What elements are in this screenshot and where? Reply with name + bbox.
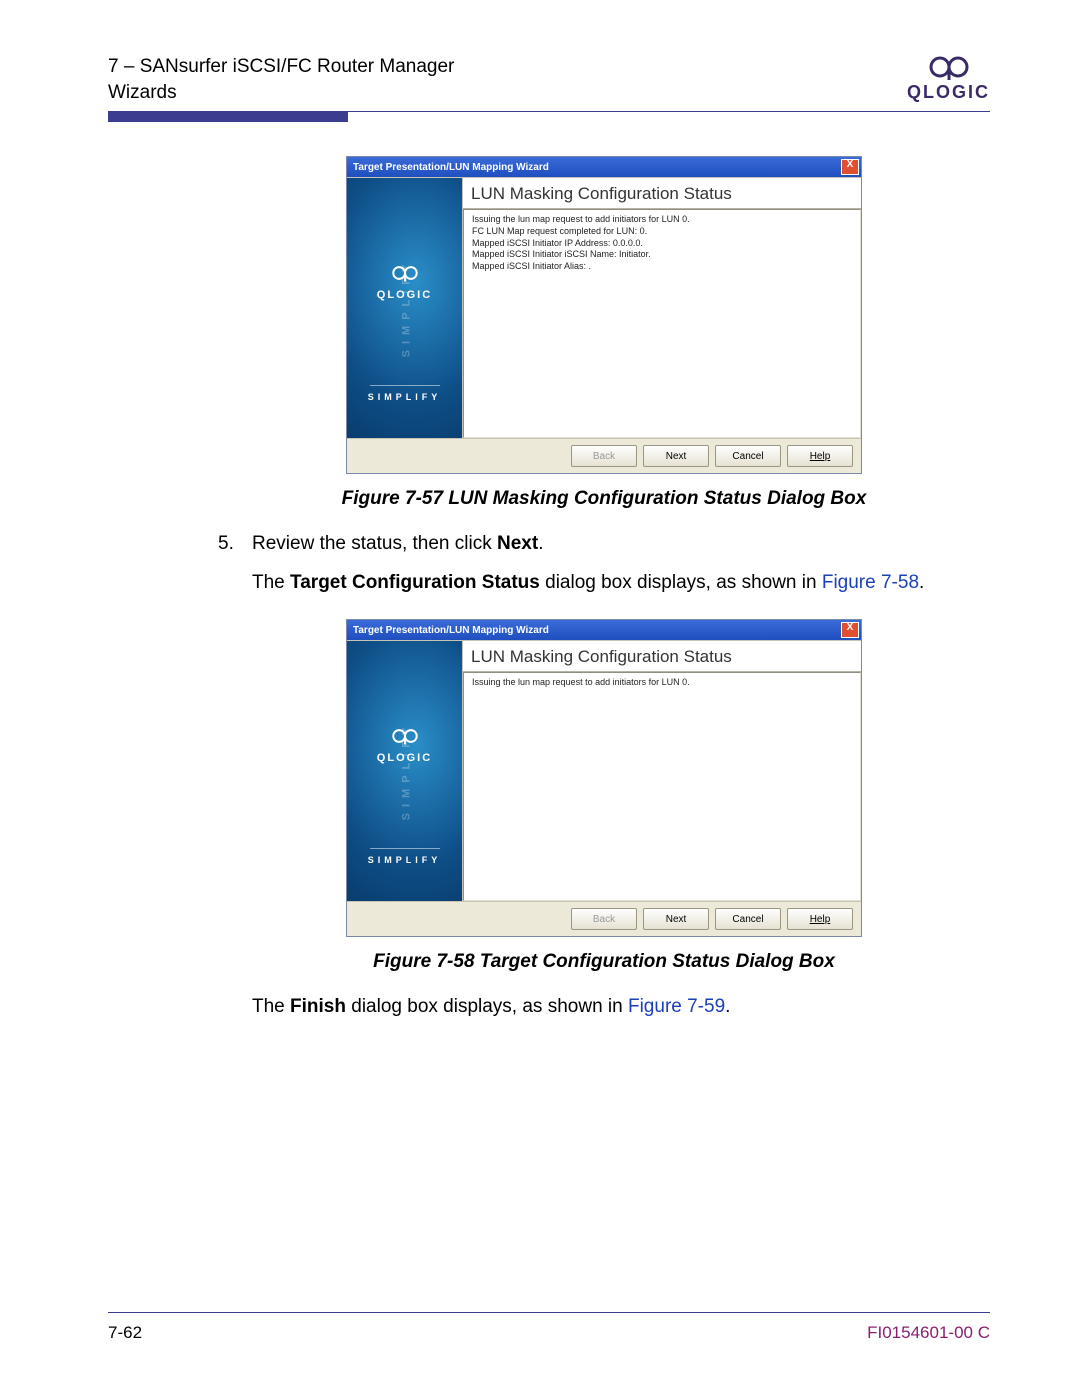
next-button[interactable]: Next <box>643 445 709 467</box>
status-line: Issuing the lun map request to add initi… <box>472 214 852 226</box>
figure-caption-7-58: Figure 7-58 Target Configuration Status … <box>218 951 990 973</box>
side-logo: QLOGIC <box>347 264 462 301</box>
dialog-titlebar: Target Presentation/LUN Mapping Wizard X <box>347 620 861 640</box>
status-line: Mapped iSCSI Initiator iSCSI Name: Initi… <box>472 249 852 261</box>
help-button[interactable]: Help <box>787 445 853 467</box>
instruction-step-5: 5. Review the status, then click Next. T… <box>218 530 990 597</box>
dialog-button-row: Back Next Cancel Help <box>347 438 861 473</box>
page-header: 7 – SANsurfer iSCSI/FC Router Manager Wi… <box>108 54 990 105</box>
close-icon[interactable]: X <box>841 622 859 638</box>
dialog-titlebar: Target Presentation/LUN Mapping Wizard X <box>347 157 861 177</box>
side-logo-text: QLOGIC <box>347 752 462 764</box>
dialog-button-row: Back Next Cancel Help <box>347 901 861 936</box>
page-footer: 7-62 FI0154601-00 C <box>108 1312 990 1343</box>
side-logo: QLOGIC <box>347 727 462 764</box>
back-button: Back <box>571 908 637 930</box>
qlogic-logo-text: QLOGIC <box>907 82 990 103</box>
side-logo-text: QLOGIC <box>347 289 462 301</box>
qlogic-logo: QLOGIC <box>907 54 990 103</box>
close-icon[interactable]: X <box>841 159 859 175</box>
step-text: Review the status, then click Next. <box>252 530 543 559</box>
wizard-side-panel: SIMPLIFY QLOGIC SIMPLIFY <box>347 178 462 438</box>
step-subtext: The Target Configuration Status dialog b… <box>252 569 990 598</box>
side-tagline: SIMPLIFY <box>347 848 462 865</box>
post-figure-text: The Finish dialog box displays, as shown… <box>218 993 990 1022</box>
header-text: 7 – SANsurfer iSCSI/FC Router Manager Wi… <box>108 54 454 105</box>
dialog-title: Target Presentation/LUN Mapping Wizard <box>353 625 549 636</box>
page-number: 7-62 <box>108 1323 142 1343</box>
back-button: Back <box>571 445 637 467</box>
figure-caption-7-57: Figure 7-57 LUN Masking Configuration St… <box>218 488 990 510</box>
dialog-title: Target Presentation/LUN Mapping Wizard <box>353 162 549 173</box>
dialog-lun-masking-status-1: Target Presentation/LUN Mapping Wizard X… <box>346 156 862 474</box>
cancel-button[interactable]: Cancel <box>715 908 781 930</box>
panel-heading: LUN Masking Configuration Status <box>463 641 861 672</box>
status-text-area: Issuing the lun map request to add initi… <box>463 209 861 438</box>
step-number: 5. <box>218 530 252 559</box>
qlogic-logo-icon <box>926 54 972 80</box>
section-title: Wizards <box>108 80 454 106</box>
figure-link-7-58[interactable]: Figure 7-58 <box>822 572 919 593</box>
status-line: FC LUN Map request completed for LUN: 0. <box>472 226 852 238</box>
dialog-target-config-status: Target Presentation/LUN Mapping Wizard X… <box>346 619 862 937</box>
help-button[interactable]: Help <box>787 908 853 930</box>
next-button[interactable]: Next <box>643 908 709 930</box>
status-line: Mapped iSCSI Initiator Alias: . <box>472 261 852 273</box>
header-rule <box>108 111 990 122</box>
status-text-area: Issuing the lun map request to add initi… <box>463 672 861 901</box>
wizard-side-panel: SIMPLIFY QLOGIC SIMPLIFY <box>347 641 462 901</box>
document-id: FI0154601-00 C <box>867 1323 990 1343</box>
figure-link-7-59[interactable]: Figure 7-59 <box>628 996 725 1017</box>
status-line: Mapped iSCSI Initiator IP Address: 0.0.0… <box>472 238 852 250</box>
side-tagline: SIMPLIFY <box>347 385 462 402</box>
panel-heading: LUN Masking Configuration Status <box>463 178 861 209</box>
status-line: Issuing the lun map request to add initi… <box>472 677 852 689</box>
chapter-title: 7 – SANsurfer iSCSI/FC Router Manager <box>108 54 454 80</box>
cancel-button[interactable]: Cancel <box>715 445 781 467</box>
